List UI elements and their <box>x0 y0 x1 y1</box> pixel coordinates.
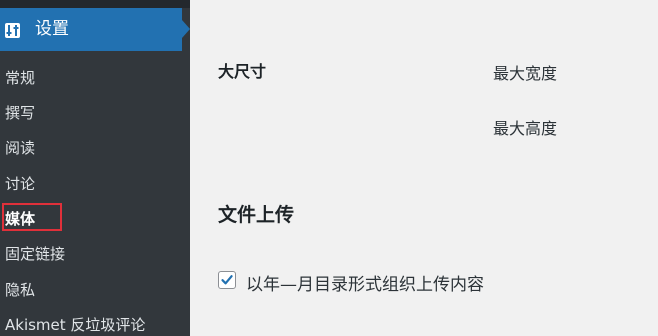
sidebar-item-permalinks[interactable]: 固定链接 <box>5 244 65 264</box>
organize-uploads-label[interactable]: 以年—月目录形式组织上传内容 <box>246 270 484 295</box>
sidebar-item-reading[interactable]: 阅读 <box>5 138 35 158</box>
active-menu-arrow <box>182 20 190 38</box>
media-highlight-box <box>2 203 62 231</box>
max-height-label: 最大高度 <box>493 119 558 138</box>
settings-sliders-icon <box>5 23 20 38</box>
sidebar-item-writing[interactable]: 撰写 <box>5 103 35 123</box>
max-width-label: 最大宽度 <box>493 64 558 83</box>
sidebar-item-general[interactable]: 常规 <box>5 68 35 88</box>
checkmark-icon <box>221 275 233 285</box>
sidebar-item-akismet[interactable]: Akismet 反垃圾评论 <box>5 315 145 335</box>
sidebar-item-discussion[interactable]: 讨论 <box>5 174 35 194</box>
uploads-section-title: 文件上传 <box>218 204 295 226</box>
sidebar-item-privacy[interactable]: 隐私 <box>5 280 35 300</box>
sidebar-menu-settings[interactable] <box>0 8 182 51</box>
large-size-label: 大尺寸 <box>218 62 267 81</box>
admin-bar-strip <box>0 0 190 8</box>
sidebar-menu-settings-label[interactable]: 设置 <box>35 18 69 40</box>
organize-uploads-checkbox[interactable] <box>218 271 236 289</box>
